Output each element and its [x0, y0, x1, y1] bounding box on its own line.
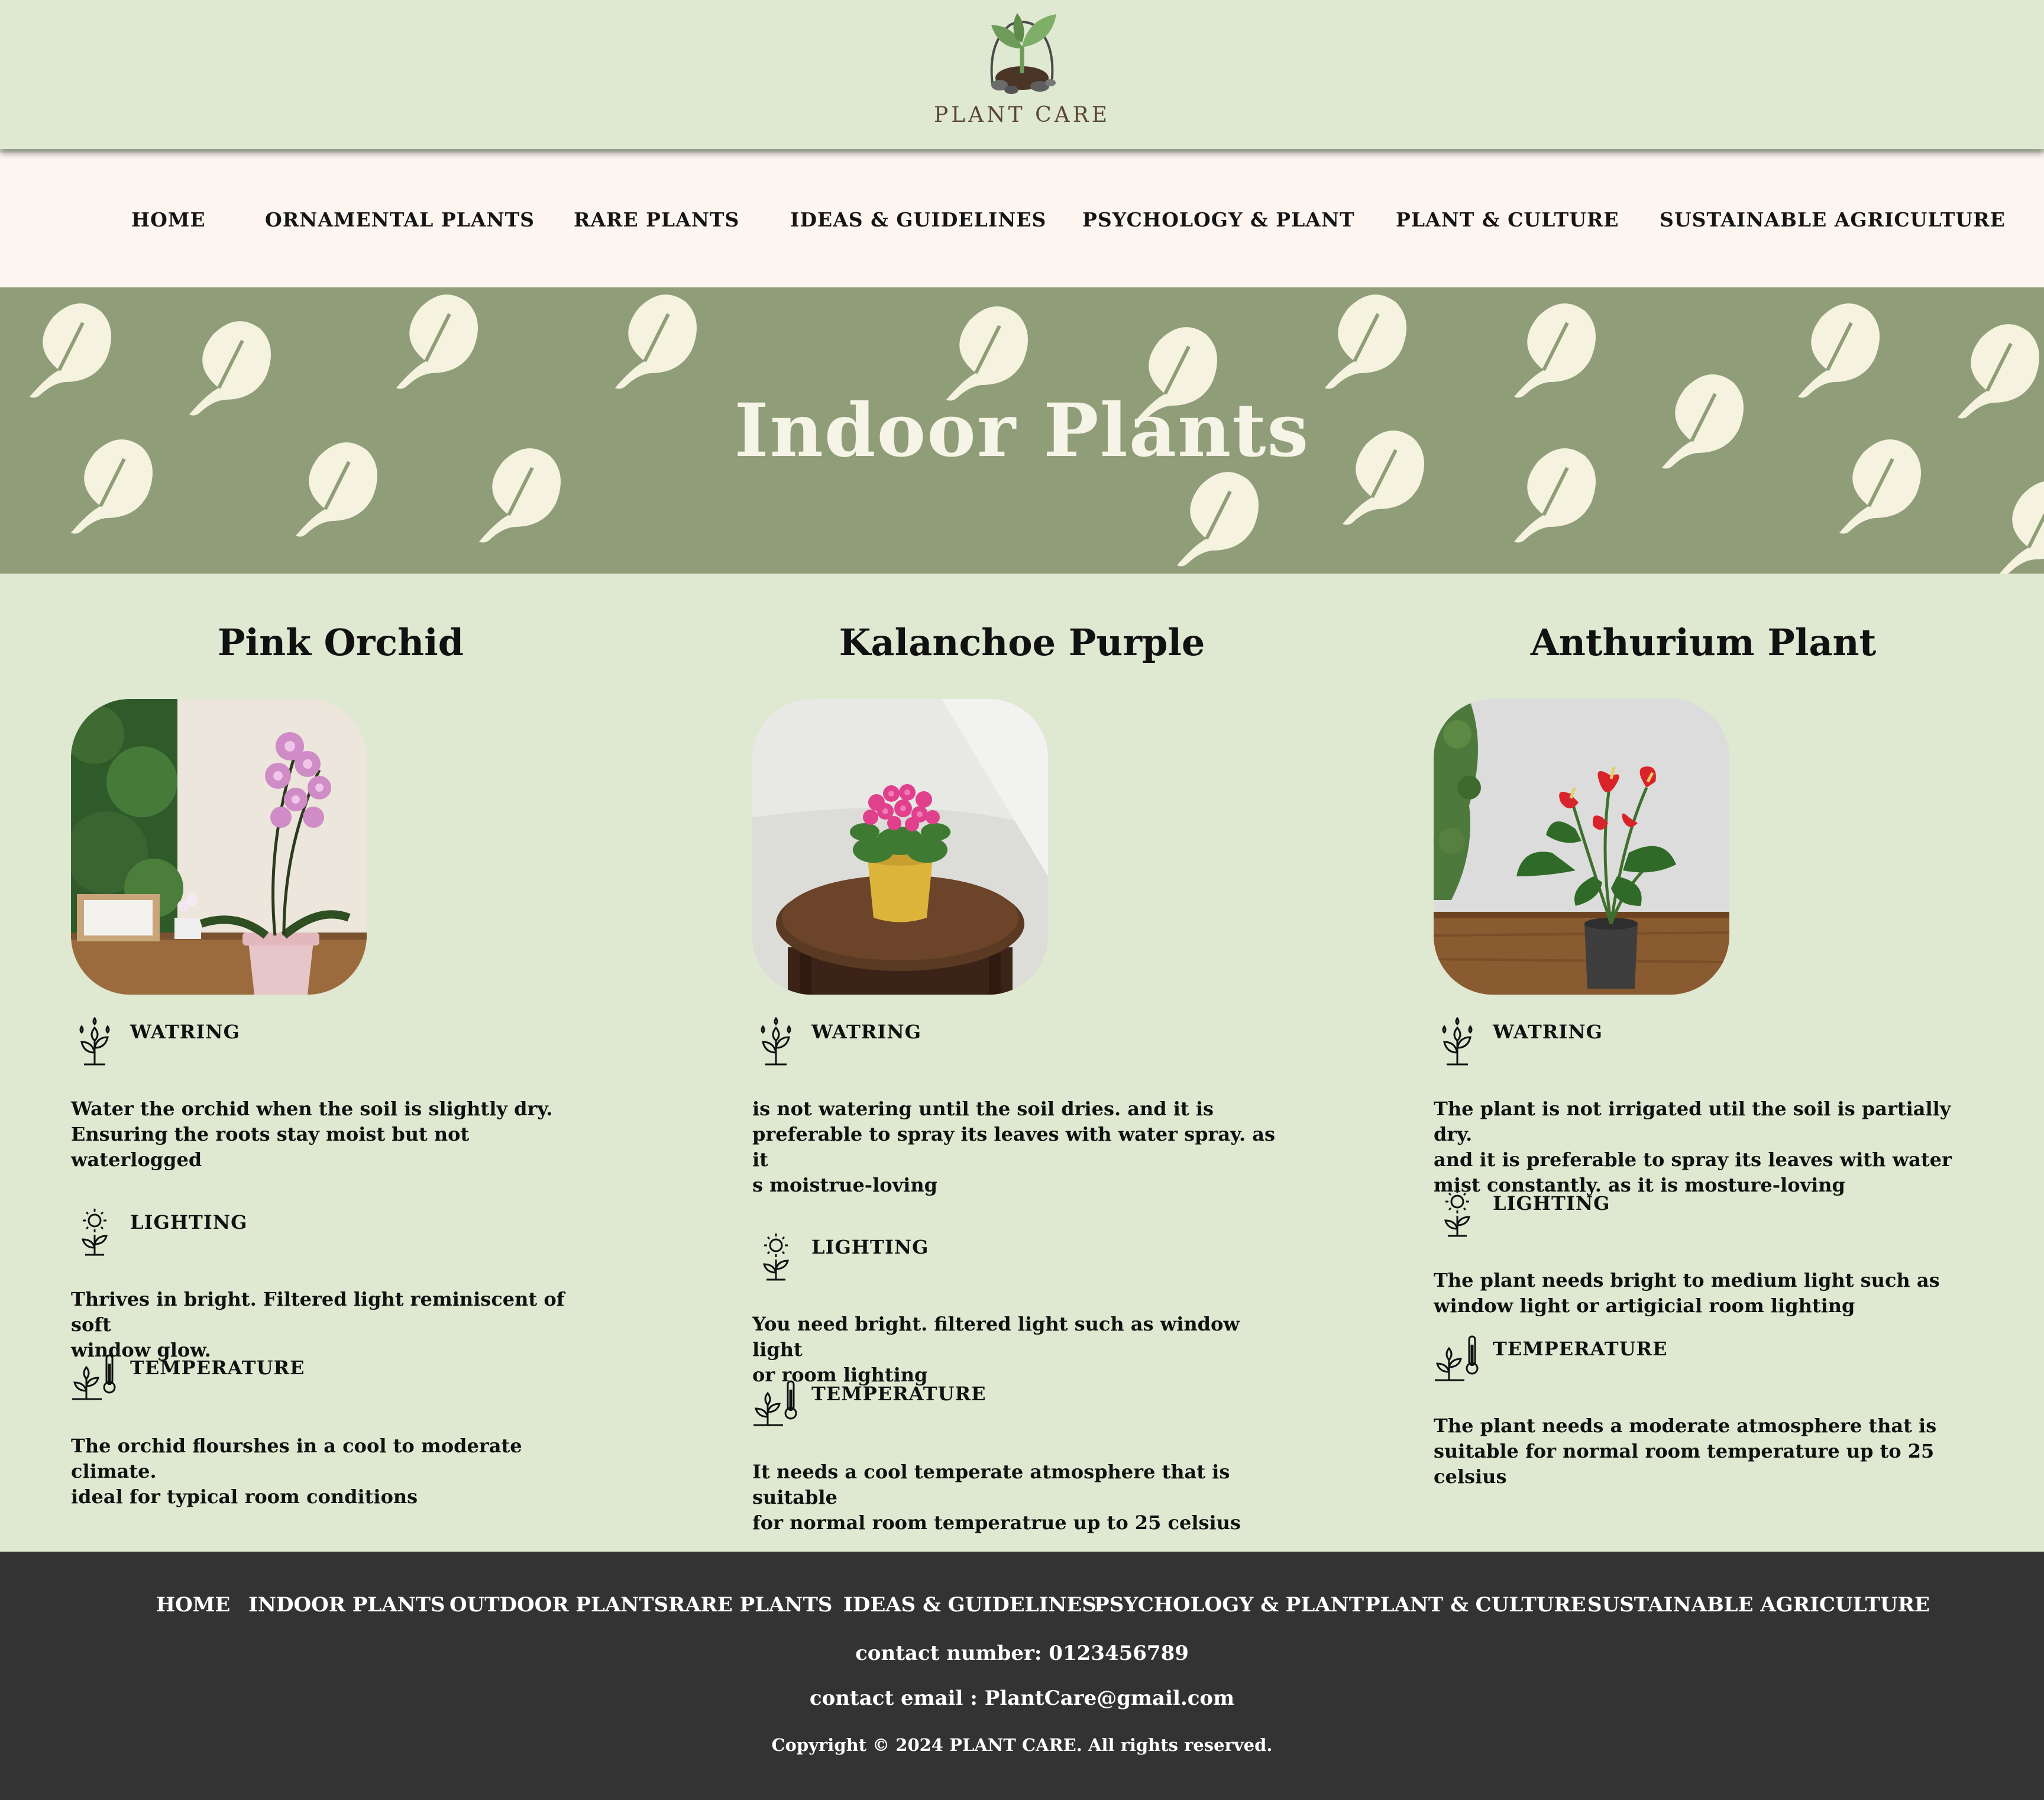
kalanchoe-purple-photo: [752, 699, 1048, 995]
site-footer: HOME INDOOR PLANTS OUTDOOR PLANTS RARE P…: [0, 1552, 2044, 1800]
site-header: PLANT CARE: [0, 0, 2044, 149]
watering-text: is not watering until the soil dries. an…: [752, 1098, 1276, 1196]
plant-card-kalanchoe-purple: Kalanchoe Purple WATRING is not watering…: [681, 609, 1363, 1543]
sun-plant-icon: [1432, 1187, 1482, 1237]
footer-link-plant-culture[interactable]: PLANT & CULTURE: [1365, 1593, 1586, 1617]
site-logo[interactable]: PLANT CARE: [923, 7, 1121, 131]
plant-card-pink-orchid: Pink Orchid WATRING Water the orchid whe…: [0, 609, 681, 1543]
copyright-notice: Copyright © 2024 PLANT CARE. All rights …: [771, 1735, 1273, 1755]
temperature-text: It needs a cool temperate atmosphere tha…: [752, 1461, 1241, 1534]
temperature-text: The orchid flourshes in a cool to modera…: [71, 1435, 522, 1508]
pink-orchid-photo: [71, 699, 367, 995]
sun-plant-icon: [751, 1231, 801, 1281]
sun-plant-icon: [70, 1206, 119, 1256]
contact-email[interactable]: contact email : PlantCare@gmail.com: [0, 1686, 2044, 1710]
main-nav: HOME ORNAMENTAL PLANTS RARE PLANTS IDEAS…: [0, 153, 2044, 287]
nav-item-home[interactable]: HOME: [131, 208, 206, 231]
temperature-label: TEMPERATURE: [130, 1357, 305, 1379]
lighting-text: The plant needs bright to medium light s…: [1434, 1269, 1940, 1317]
watering-label: WATRING: [1493, 1021, 1603, 1043]
temperature-text: The plant needs a moderate atmosphere th…: [1434, 1414, 1937, 1488]
lighting-label: LIGHTING: [1493, 1192, 1610, 1215]
nav-item-rare-plants[interactable]: RARE PLANTS: [574, 208, 739, 231]
footer-link-outdoor-plants[interactable]: OUTDOOR PLANTS: [449, 1593, 668, 1617]
lighting-text: Thrives in bright. Filtered light remini…: [71, 1288, 565, 1361]
watering-sprout-icon: [1432, 1016, 1482, 1067]
watering-label: WATRING: [130, 1021, 240, 1043]
nav-item-sustainable-agriculture[interactable]: SUSTAINABLE AGRICULTURE: [1660, 208, 2006, 231]
plant-card-anthurium-plant: Anthurium Plant WATRING The plant is not…: [1363, 609, 2044, 1543]
temperature-label: TEMPERATURE: [811, 1383, 987, 1405]
contact-number: contact number: 0123456789: [855, 1642, 1189, 1665]
footer-link-psychology-plant[interactable]: PSYCHOLOGY & PLANT: [1094, 1593, 1364, 1617]
page-title: Indoor Plants: [734, 388, 1310, 474]
footer-link-home[interactable]: HOME: [156, 1593, 230, 1617]
footer-link-ideas-guidelines[interactable]: IDEAS & GUIDELINES: [843, 1593, 1097, 1617]
sprout-in-soil-icon: [990, 13, 1056, 94]
watering-label: WATRING: [811, 1021, 921, 1043]
lighting-text: You need bright. filtered light such as …: [752, 1313, 1240, 1386]
watering-sprout-icon: [751, 1016, 801, 1067]
hero-banner: Indoor Plants: [0, 287, 2044, 574]
anthurium-plant-photo: [1434, 699, 1729, 995]
footer-link-indoor-plants[interactable]: INDOOR PLANTS: [248, 1593, 445, 1617]
thermometer-plant-icon: [751, 1378, 801, 1427]
footer-link-sustainable-agriculture[interactable]: SUSTAINABLE AGRICULTURE: [1587, 1593, 1930, 1617]
footer-link-rare-plants[interactable]: RARE PLANTS: [668, 1593, 832, 1617]
nav-item-plant-culture[interactable]: PLANT & CULTURE: [1396, 208, 1619, 231]
watering-text: The plant is not irrigated util the soil…: [1434, 1098, 1952, 1196]
temperature-label: TEMPERATURE: [1493, 1338, 1668, 1360]
nav-item-psychology-plant[interactable]: PSYCHOLOGY & PLANT: [1082, 208, 1355, 231]
lighting-label: LIGHTING: [811, 1236, 929, 1258]
plant-title: Anthurium Plant: [1530, 621, 1877, 664]
nav-item-ornamental-plants[interactable]: ORNAMENTAL PLANTS: [265, 208, 535, 231]
watering-sprout-icon: [70, 1016, 119, 1067]
nav-item-ideas-guidelines[interactable]: IDEAS & GUIDELINES: [790, 208, 1046, 231]
lighting-label: LIGHTING: [130, 1211, 248, 1234]
thermometer-plant-icon: [1432, 1333, 1482, 1383]
plant-title: Pink Orchid: [217, 621, 464, 664]
brand-name: PLANT CARE: [933, 103, 1110, 127]
watering-text: Water the orchid when the soil is slight…: [71, 1098, 553, 1171]
plant-title: Kalanchoe Purple: [839, 621, 1205, 664]
thermometer-plant-icon: [70, 1352, 119, 1401]
